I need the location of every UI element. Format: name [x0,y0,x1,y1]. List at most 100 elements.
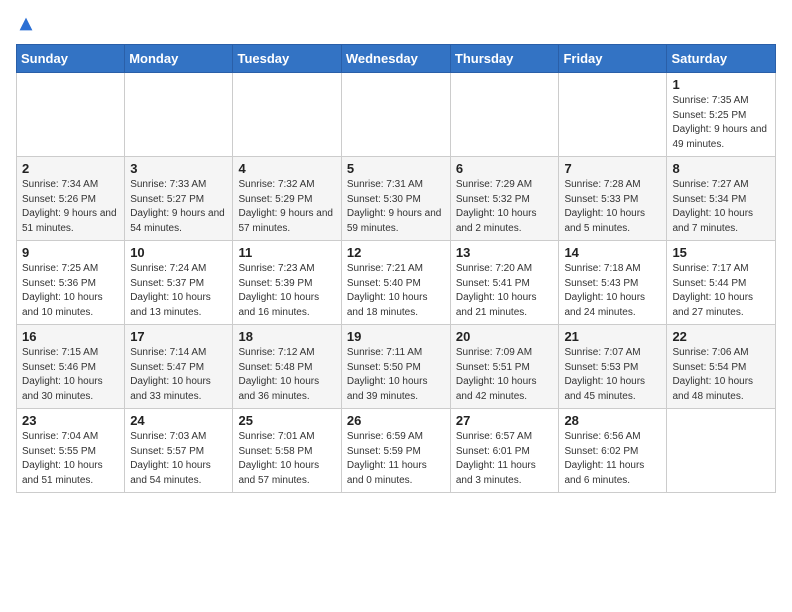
day-number: 14 [564,245,661,260]
day-number: 1 [672,77,770,92]
calendar-week-row: 2 Sunrise: 7:34 AM Sunset: 5:26 PM Daylig… [17,157,776,241]
calendar-cell: 20 Sunrise: 7:09 AM Sunset: 5:51 PM Dayli… [450,325,559,409]
calendar-cell [559,73,667,157]
calendar-cell: 14 Sunrise: 7:18 AM Sunset: 5:43 PM Dayli… [559,241,667,325]
calendar-cell: 8Sunrise: 7:27 AM Sunset: 5:34 PM Daylig… [667,157,776,241]
day-info: Sunrise: 7:01 AM Sunset: 5:58 PM Dayligh… [238,430,335,488]
day-info: Sunrise: 7:32 AM Sunset: 5:29 PM Dayligh… [238,178,335,236]
day-of-week-header: Wednesday [341,45,450,73]
day-number: 22 [672,329,770,344]
calendar-cell: 13 Sunrise: 7:20 AM Sunset: 5:41 PM Dayli… [450,241,559,325]
day-number: 17 [130,329,227,344]
day-info: Sunrise: 7:31 AM Sunset: 5:30 PM Dayligh… [347,178,445,236]
day-info: Sunrise: 7:14 AM Sunset: 5:47 PM Dayligh… [130,346,227,404]
day-number: 3 [130,161,227,176]
day-info: Sunrise: 7:23 AM Sunset: 5:39 PM Dayligh… [238,262,335,320]
calendar-cell [450,73,559,157]
day-number: 7 [564,161,661,176]
day-info: Sunrise: 7:24 AM Sunset: 5:37 PM Dayligh… [130,262,227,320]
day-of-week-header: Tuesday [233,45,341,73]
day-info: Sunrise: 7:34 AM Sunset: 5:26 PM Dayligh… [22,178,119,236]
day-info: Sunrise: 7:20 AM Sunset: 5:41 PM Dayligh… [456,262,554,320]
day-number: 19 [347,329,445,344]
day-number: 11 [238,245,335,260]
day-info: Sunrise: 7:09 AM Sunset: 5:51 PM Dayligh… [456,346,554,404]
day-number: 4 [238,161,335,176]
day-of-week-header: Thursday [450,45,559,73]
calendar-table: SundayMondayTuesdayWednesdayThursdayFrid… [16,44,776,493]
day-info: Sunrise: 7:33 AM Sunset: 5:27 PM Dayligh… [130,178,227,236]
logo [16,16,34,32]
calendar-cell: 6Sunrise: 7:29 AM Sunset: 5:32 PM Daylig… [450,157,559,241]
day-info: Sunrise: 7:15 AM Sunset: 5:46 PM Dayligh… [22,346,119,404]
day-info: Sunrise: 7:17 AM Sunset: 5:44 PM Dayligh… [672,262,770,320]
day-info: Sunrise: 7:04 AM Sunset: 5:55 PM Dayligh… [22,430,119,488]
calendar-cell: 19Sunrise: 7:11 AM Sunset: 5:50 PM Dayli… [341,325,450,409]
calendar-week-row: 16 Sunrise: 7:15 AM Sunset: 5:46 PM Dayli… [17,325,776,409]
day-info: Sunrise: 7:25 AM Sunset: 5:36 PM Dayligh… [22,262,119,320]
day-number: 15 [672,245,770,260]
calendar-week-row: 9 Sunrise: 7:25 AM Sunset: 5:36 PM Daylig… [17,241,776,325]
day-number: 18 [238,329,335,344]
day-number: 2 [22,161,119,176]
day-info: Sunrise: 7:03 AM Sunset: 5:57 PM Dayligh… [130,430,227,488]
calendar-cell: 16 Sunrise: 7:15 AM Sunset: 5:46 PM Dayli… [17,325,125,409]
day-number: 8 [672,161,770,176]
calendar-week-row: 1 Sunrise: 7:35 AM Sunset: 5:25 PM Daylig… [17,73,776,157]
calendar-cell [667,409,776,493]
calendar-cell [125,73,233,157]
calendar-cell: 18 Sunrise: 7:12 AM Sunset: 5:48 PM Dayli… [233,325,341,409]
day-number: 5 [347,161,445,176]
calendar-cell: 12 Sunrise: 7:21 AM Sunset: 5:40 PM Dayli… [341,241,450,325]
day-number: 27 [456,413,554,428]
logo-icon [18,16,34,32]
calendar-week-row: 23 Sunrise: 7:04 AM Sunset: 5:55 PM Dayli… [17,409,776,493]
day-info: Sunrise: 7:06 AM Sunset: 5:54 PM Dayligh… [672,346,770,404]
calendar-cell: 24 Sunrise: 7:03 AM Sunset: 5:57 PM Dayli… [125,409,233,493]
calendar-cell: 10 Sunrise: 7:24 AM Sunset: 5:37 PM Dayli… [125,241,233,325]
calendar-cell: 9 Sunrise: 7:25 AM Sunset: 5:36 PM Daylig… [17,241,125,325]
day-info: Sunrise: 6:57 AM Sunset: 6:01 PM Dayligh… [456,430,554,488]
day-of-week-header: Monday [125,45,233,73]
day-number: 13 [456,245,554,260]
day-number: 21 [564,329,661,344]
day-number: 28 [564,413,661,428]
day-info: Sunrise: 7:18 AM Sunset: 5:43 PM Dayligh… [564,262,661,320]
calendar-cell: 1 Sunrise: 7:35 AM Sunset: 5:25 PM Daylig… [667,73,776,157]
day-info: Sunrise: 7:35 AM Sunset: 5:25 PM Dayligh… [672,94,770,152]
calendar-cell: 28 Sunrise: 6:56 AM Sunset: 6:02 PM Dayli… [559,409,667,493]
calendar-cell: 15 Sunrise: 7:17 AM Sunset: 5:44 PM Dayli… [667,241,776,325]
calendar-cell: 3 Sunrise: 7:33 AM Sunset: 5:27 PM Daylig… [125,157,233,241]
day-number: 10 [130,245,227,260]
day-number: 23 [22,413,119,428]
day-number: 12 [347,245,445,260]
calendar-cell: 2 Sunrise: 7:34 AM Sunset: 5:26 PM Daylig… [17,157,125,241]
day-info: Sunrise: 6:56 AM Sunset: 6:02 PM Dayligh… [564,430,661,488]
page-header [16,16,776,32]
day-info: Sunrise: 7:07 AM Sunset: 5:53 PM Dayligh… [564,346,661,404]
day-of-week-header: Saturday [667,45,776,73]
calendar-cell: 17 Sunrise: 7:14 AM Sunset: 5:47 PM Dayli… [125,325,233,409]
calendar-cell [17,73,125,157]
calendar-cell: 5 Sunrise: 7:31 AM Sunset: 5:30 PM Daylig… [341,157,450,241]
day-info: Sunrise: 7:12 AM Sunset: 5:48 PM Dayligh… [238,346,335,404]
calendar-cell: 25 Sunrise: 7:01 AM Sunset: 5:58 PM Dayli… [233,409,341,493]
day-of-week-header: Friday [559,45,667,73]
calendar-header-row: SundayMondayTuesdayWednesdayThursdayFrid… [17,45,776,73]
day-number: 26 [347,413,445,428]
calendar-cell: 22 Sunrise: 7:06 AM Sunset: 5:54 PM Dayli… [667,325,776,409]
day-number: 20 [456,329,554,344]
calendar-cell [341,73,450,157]
calendar-cell: 7Sunrise: 7:28 AM Sunset: 5:33 PM Daylig… [559,157,667,241]
day-number: 9 [22,245,119,260]
day-number: 24 [130,413,227,428]
day-info: Sunrise: 7:21 AM Sunset: 5:40 PM Dayligh… [347,262,445,320]
calendar-cell: 27 Sunrise: 6:57 AM Sunset: 6:01 PM Dayli… [450,409,559,493]
day-number: 16 [22,329,119,344]
day-info: Sunrise: 6:59 AM Sunset: 5:59 PM Dayligh… [347,430,445,488]
day-of-week-header: Sunday [17,45,125,73]
calendar-cell [233,73,341,157]
day-number: 25 [238,413,335,428]
day-info: Sunrise: 7:29 AM Sunset: 5:32 PM Dayligh… [456,178,554,236]
calendar-cell: 26 Sunrise: 6:59 AM Sunset: 5:59 PM Dayli… [341,409,450,493]
